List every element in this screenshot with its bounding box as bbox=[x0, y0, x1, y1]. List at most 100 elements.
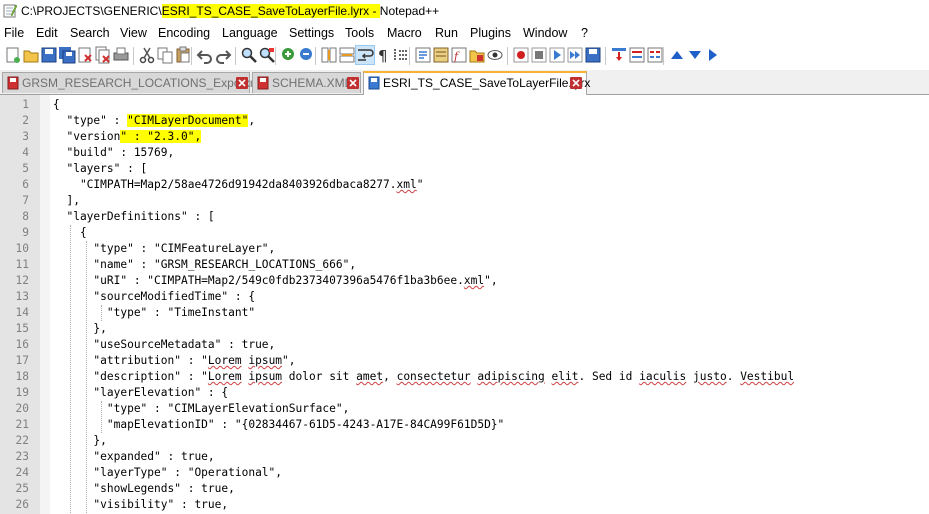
compare-alt-icon[interactable] bbox=[646, 46, 664, 64]
menu-view[interactable]: View bbox=[120, 25, 147, 41]
code-line[interactable]: "version" : "2.3.0", bbox=[53, 129, 202, 145]
zoom-in-icon[interactable] bbox=[280, 46, 298, 64]
replace-icon[interactable] bbox=[258, 46, 276, 64]
title-filename: ESRI_TS_CASE_SaveToLayerFile.lyrx - bbox=[161, 4, 380, 18]
insert-column-icon[interactable] bbox=[610, 46, 628, 64]
toolbar-separator bbox=[275, 47, 276, 65]
menu-settings[interactable]: Settings bbox=[289, 25, 334, 41]
menu-encoding[interactable]: Encoding bbox=[158, 25, 210, 41]
line-number: 2 bbox=[22, 114, 29, 127]
compare-icon[interactable] bbox=[628, 46, 646, 64]
stop-record-icon[interactable] bbox=[530, 46, 548, 64]
toolbar-separator bbox=[133, 47, 134, 65]
menu-tools[interactable]: Tools bbox=[345, 25, 374, 41]
close-icon[interactable] bbox=[76, 46, 94, 64]
tab-schema-xml[interactable]: SCHEMA.XML bbox=[252, 72, 361, 93]
sync-horizontal-icon[interactable] bbox=[338, 46, 356, 64]
menu-run[interactable]: Run bbox=[435, 25, 458, 41]
title-app-name: Notepad++ bbox=[379, 4, 440, 18]
code-line[interactable]: "CIMPATH=Map2/58ae4726d91942da8403926dba… bbox=[53, 177, 424, 193]
code-line[interactable]: "build" : 15769, bbox=[53, 145, 174, 161]
indent-guide-icon[interactable] bbox=[392, 46, 410, 64]
tab-bar: GRSM_RESEARCH_LOCATIONS_Expo.xml SCHEMA.… bbox=[0, 70, 929, 95]
code-line[interactable]: "layerElevation" : { bbox=[53, 385, 228, 401]
menu-file[interactable]: File bbox=[4, 25, 24, 41]
line-number: 25 bbox=[15, 482, 29, 495]
find-icon[interactable] bbox=[240, 46, 258, 64]
code-line[interactable]: "type" : "TimeInstant" bbox=[53, 305, 255, 321]
zoom-out-icon[interactable] bbox=[298, 46, 316, 64]
cut-icon[interactable] bbox=[138, 46, 156, 64]
record-macro-icon[interactable] bbox=[512, 46, 530, 64]
print-icon[interactable] bbox=[112, 46, 130, 64]
code-line[interactable]: }, bbox=[53, 321, 106, 337]
line-number: 13 bbox=[15, 290, 29, 303]
code-line[interactable]: "layers" : [ bbox=[53, 161, 147, 177]
close-tab-icon[interactable] bbox=[570, 77, 582, 89]
code-line[interactable]: "description" : "Lorem ipsum dolor sit a… bbox=[53, 369, 794, 385]
close-tab-icon[interactable] bbox=[347, 77, 359, 89]
monitor-icon[interactable] bbox=[486, 46, 504, 64]
play-multiple-icon[interactable] bbox=[566, 46, 584, 64]
play-macro-icon[interactable] bbox=[548, 46, 566, 64]
line-number: 18 bbox=[15, 370, 29, 383]
code-line[interactable]: { bbox=[53, 97, 60, 113]
doc-map-icon[interactable] bbox=[432, 46, 450, 64]
code-line[interactable]: "attribution" : "Lorem ipsum", bbox=[53, 353, 295, 369]
code-line[interactable]: "uRI" : "CIMPATH=Map2/549c0fdb2373407396… bbox=[53, 273, 497, 289]
code-line[interactable]: "layerType" : "Operational", bbox=[53, 465, 282, 481]
line-number: 17 bbox=[15, 354, 29, 367]
undo-icon[interactable] bbox=[196, 46, 214, 64]
sync-vertical-icon[interactable] bbox=[320, 46, 338, 64]
line-number: 20 bbox=[15, 402, 29, 415]
line-number: 19 bbox=[15, 386, 29, 399]
close-tab-icon[interactable] bbox=[236, 77, 248, 89]
menu-help[interactable]: ? bbox=[581, 25, 588, 41]
code-line[interactable]: "expanded" : true, bbox=[53, 449, 214, 465]
line-number: 7 bbox=[22, 194, 29, 207]
editor-area[interactable]: 1 2 3 4 5 6 7 8 9 10 11 12 13 14 15 16 17 18 19 20 21 22 23 24 2… bbox=[0, 95, 929, 514]
fold-margin[interactable] bbox=[40, 95, 50, 514]
code-line[interactable]: "name" : "GRSM_RESEARCH_LOCATIONS_666", bbox=[53, 257, 356, 273]
redo-icon[interactable] bbox=[214, 46, 232, 64]
toolbar-separator bbox=[235, 47, 236, 65]
menu-language[interactable]: Language bbox=[222, 25, 278, 41]
show-all-chars-icon[interactable]: ¶ bbox=[374, 46, 392, 65]
line-number: 3 bbox=[22, 130, 29, 143]
code-line[interactable]: ], bbox=[53, 193, 79, 209]
new-file-icon[interactable] bbox=[4, 46, 22, 64]
down-arrow-icon[interactable] bbox=[686, 46, 704, 64]
up-arrow-icon[interactable] bbox=[668, 46, 686, 64]
tab-esri-ts-case[interactable]: ESRI_TS_CASE_SaveToLayerFile.lyrx bbox=[363, 71, 590, 95]
code-line[interactable]: "mapElevationID" : "{02834467-61D5-4243-… bbox=[53, 417, 504, 433]
toolbar-separator bbox=[605, 47, 606, 65]
code-line[interactable]: "type" : "CIMLayerElevationSurface", bbox=[53, 401, 350, 417]
menu-window[interactable]: Window bbox=[523, 25, 567, 41]
tab-grsm-research[interactable]: GRSM_RESEARCH_LOCATIONS_Expo.xml bbox=[2, 72, 263, 93]
tab-label: GRSM_RESEARCH_LOCATIONS_Expo.xml bbox=[22, 76, 263, 90]
paste-icon[interactable] bbox=[174, 46, 192, 64]
folder-workspace-icon[interactable] bbox=[468, 46, 486, 64]
code-line[interactable]: "sourceModifiedTime" : { bbox=[53, 289, 255, 305]
close-all-icon[interactable] bbox=[94, 46, 112, 64]
menu-edit[interactable]: Edit bbox=[36, 25, 58, 41]
save-macro-icon[interactable] bbox=[584, 46, 602, 64]
open-file-icon[interactable] bbox=[22, 46, 40, 64]
code-line[interactable]: "visibility" : true, bbox=[53, 497, 228, 513]
toolbar-separator bbox=[663, 47, 664, 65]
save-all-icon[interactable] bbox=[58, 46, 76, 64]
menu-plugins[interactable]: Plugins bbox=[470, 25, 511, 41]
code-line[interactable]: "type" : "CIMLayerDocument", bbox=[53, 113, 255, 129]
menu-search[interactable]: Search bbox=[70, 25, 110, 41]
function-list-icon[interactable]: f bbox=[450, 46, 468, 64]
copy-icon[interactable] bbox=[156, 46, 174, 64]
code-line[interactable]: "showLegends" : true, bbox=[53, 481, 234, 497]
language-icon[interactable] bbox=[414, 46, 432, 64]
save-icon[interactable] bbox=[40, 46, 58, 64]
next-arrow-icon[interactable] bbox=[704, 46, 722, 64]
menu-macro[interactable]: Macro bbox=[387, 25, 422, 41]
word-wrap-icon[interactable] bbox=[355, 45, 375, 65]
code-line[interactable]: }, bbox=[53, 433, 106, 449]
file-unsaved-icon bbox=[7, 76, 19, 90]
code-line[interactable]: "layerDefinitions" : [ bbox=[53, 209, 214, 225]
